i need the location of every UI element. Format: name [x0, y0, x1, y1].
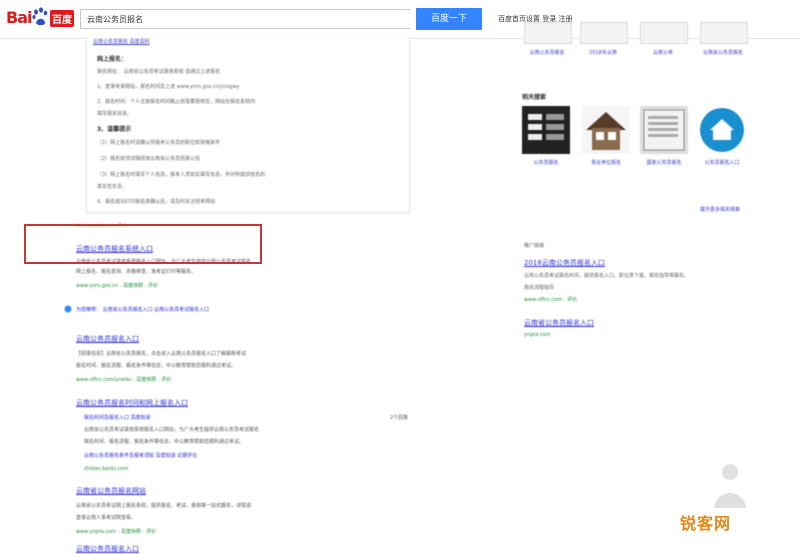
- snippet-line: （1）网上报名时请确认所报考公务员的职位和资格条件: [97, 140, 221, 146]
- thumbnail[interactable]: [580, 22, 628, 44]
- search-input[interactable]: 云南公务员报名: [80, 9, 410, 29]
- result-url[interactable]: www.ynpta.com - 百度快照 - 评价: [76, 528, 156, 535]
- grid-app-icon[interactable]: [522, 106, 570, 154]
- snippet-line[interactable]: 云南公务员报名 百度百科: [93, 38, 150, 45]
- ad-text: 报名流程指导: [524, 285, 555, 291]
- thumb-label[interactable]: 云南省公务员报名: [698, 50, 748, 57]
- watermark-figure-icon: [714, 464, 746, 508]
- related-label[interactable]: 国家公务员报名: [639, 160, 689, 167]
- result-url[interactable]: www.offcn.com/ynedu - 百度快照 - 评价: [76, 376, 171, 383]
- snippet-line: 填写相关信息。: [97, 111, 133, 117]
- ad-url[interactable]: ynpta.com: [524, 332, 551, 338]
- ad-title[interactable]: 2018云南公务员报名入口: [524, 258, 605, 268]
- ad-text: 云南公务员考试报名时间，提供报名入口、职位表下载、报名指导等服务。: [524, 273, 690, 279]
- result-text: 报名时间、报名流程、报名条件等信息，中公教育帮助您顺利通过考试。: [76, 363, 237, 369]
- result-text: 【招录信息】云南省公务员报名，点击进入云南公务员报名入口了解最新考试: [76, 351, 247, 357]
- logo-text: Bai: [6, 8, 33, 27]
- result-text: 云南省公务员考试录用系统报名入口网站，为广大考生提供云南公务员考试报名: [84, 427, 260, 433]
- snippet-line: 4、报名成功打印报名表确认后，请及时关注招考网站: [97, 199, 216, 205]
- snippet-line: 2、报名时间：个人注册报名时间截止前需要按规定，网站在报名系统内: [97, 99, 256, 105]
- snippet-line: 3、温馨提示: [97, 126, 132, 133]
- form-app-icon[interactable]: [640, 106, 688, 154]
- result-text: 报名时间、报名流程、报名条件等信息，中公教育帮助您顺利通过考试。: [84, 439, 245, 445]
- related-heading: 相关搜索: [522, 94, 547, 101]
- result-url[interactable]: www.ynrs.gov.cn - 百度快照 - 评价: [76, 282, 158, 289]
- related-search-line[interactable]: 为您推荐： 云南省公务员报名入口 云南公务员考试报名入口: [76, 306, 209, 313]
- zhidao-item[interactable]: 报名时间及报名入口 百度知道: [84, 414, 151, 421]
- thumbnail[interactable]: [700, 22, 748, 44]
- ad-url[interactable]: www.offcn.com - 评价: [524, 296, 577, 303]
- snippet-line: 网上报名：: [97, 56, 128, 63]
- related-label[interactable]: 公务员报名: [521, 160, 571, 167]
- thumb-label[interactable]: 2018年云南: [578, 50, 628, 57]
- snippet-line: 报名网址： 云南省公务员考试录用系统 请通过上述报名: [97, 69, 221, 75]
- result-title[interactable]: 云南公务员报名时间和网上报名入口: [76, 398, 188, 408]
- thumb-label[interactable]: 云南公务员报名: [522, 50, 572, 57]
- more-related-link[interactable]: 展开更多相关搜索: [700, 206, 740, 213]
- result-title[interactable]: 云南省公务员报名网站: [76, 486, 146, 496]
- ad-label: 推广链接: [524, 243, 545, 249]
- thumb-label[interactable]: 云南公考: [638, 50, 688, 57]
- thumbnail[interactable]: [524, 22, 572, 44]
- info-icon: [64, 305, 72, 313]
- result-title[interactable]: 云南公务员报名入口: [76, 334, 139, 344]
- baidu-logo[interactable]: Bai 百度: [6, 6, 76, 30]
- highlight-box: [24, 224, 262, 264]
- snippet-line: 1、登录考录网站，报名时间及上述 www.ynrs.gov.cn/ynsgwy: [97, 84, 240, 90]
- logo-badge: 百度: [50, 10, 74, 27]
- result-url[interactable]: zhidao.baidu.com: [84, 466, 128, 472]
- related-label[interactable]: 事业单位报名: [581, 160, 631, 167]
- watermark-text: 锐客网: [680, 514, 732, 533]
- paw-icon: [32, 7, 48, 26]
- snippet-line: （2）报名前须详细阅读云南省公务员招录公告: [97, 156, 201, 162]
- home-app-icon[interactable]: [698, 106, 746, 154]
- related-label[interactable]: 公务员报名入口: [697, 160, 747, 167]
- zhidao-count: 2个回答: [390, 415, 409, 421]
- result-title-partial[interactable]: 云南公务员报名入口: [76, 544, 139, 554]
- house-app-icon[interactable]: [582, 106, 630, 154]
- thumbnail[interactable]: [640, 22, 688, 44]
- result-text: 云南省公务员考试网上报名系统，提供报名、考试、录用等一站式服务，详情请: [76, 503, 252, 509]
- result-text: 网上报名、报名查询、资格审查、准考证打印等服务。: [76, 269, 197, 275]
- zhidao-item[interactable]: 云南公务员报名条件及报考须知 百度知道 近期评论: [84, 452, 197, 459]
- search-button[interactable]: 百度一下: [416, 8, 482, 30]
- snippet-line: （3）网上报名时填写个人信息，报考人须如实填写信息，并对所提供信息的: [97, 172, 266, 178]
- ad-title[interactable]: 云南省公务员报名入口: [524, 318, 594, 328]
- result-text: 登录云南人事考试网查看。: [76, 515, 137, 521]
- baike-snippet-box: 云南公务员报名 百度百科 网上报名： 报名网址： 云南省公务员考试录用系统 请通…: [86, 38, 410, 213]
- snippet-line: 真实性负责。: [97, 184, 128, 190]
